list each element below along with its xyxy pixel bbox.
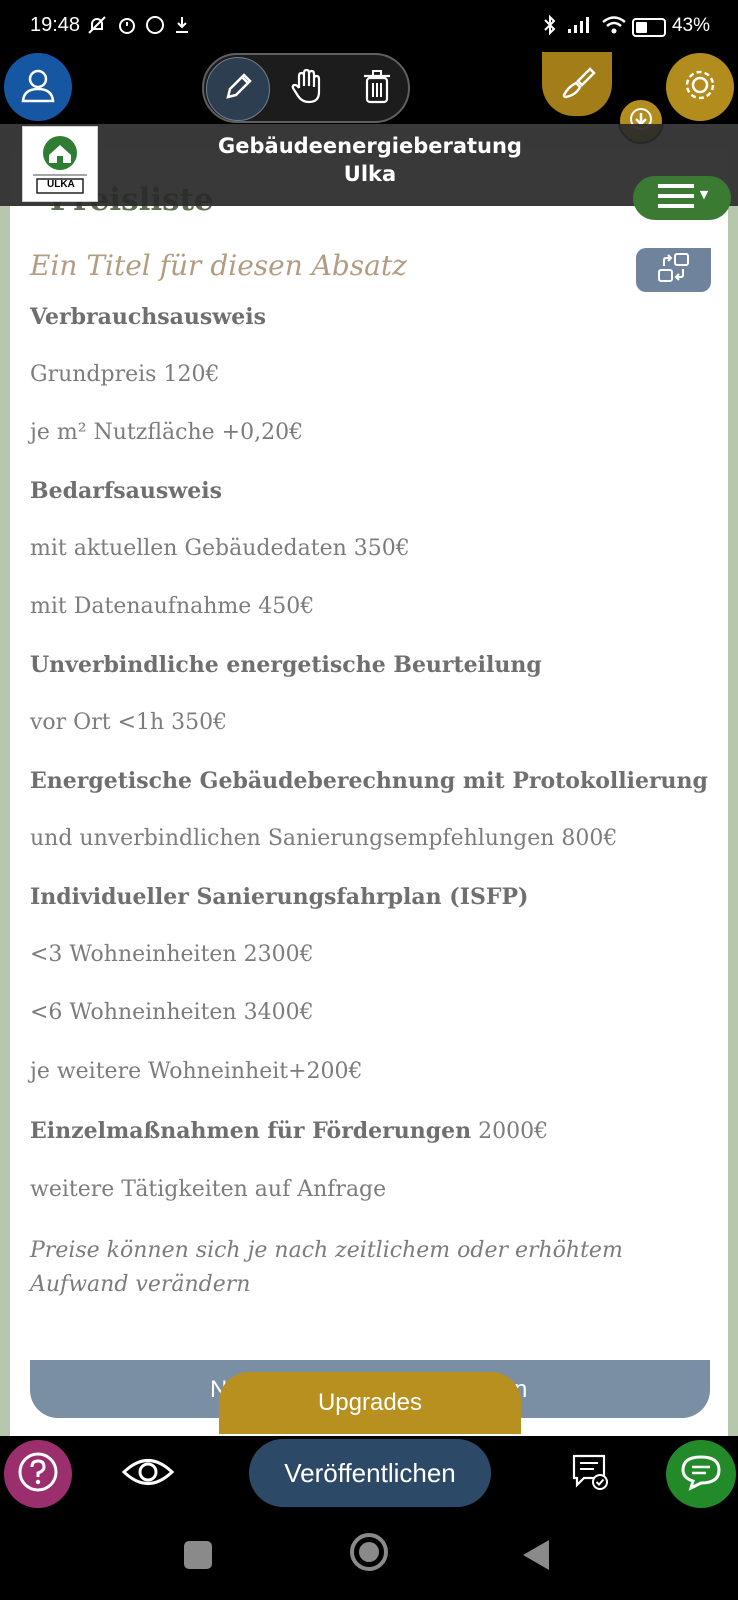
move-button[interactable] — [278, 60, 336, 118]
logo-text: ULKA — [47, 179, 75, 190]
price-category-heading[interactable]: Individueller Sanierungsfahrplan (ISFP) — [30, 884, 528, 910]
price-note[interactable]: Preise können sich je nach zeitlichem od… — [30, 1234, 670, 1302]
battery-percentage: 43% — [671, 15, 710, 36]
pencil-icon — [220, 69, 256, 109]
single-measures-label: Einzelmaßnahmen für Förderungen — [30, 1118, 472, 1144]
gear-icon — [679, 64, 721, 110]
price-item[interactable]: je weitere Wohneinheit+200€ — [30, 1059, 363, 1084]
download-status-icon — [172, 14, 192, 41]
menu-button[interactable]: ▼ — [633, 176, 731, 220]
hamburger-icon — [656, 180, 696, 216]
price-item[interactable]: <6 Wohneinheiten 3400€ — [30, 1000, 314, 1025]
price-item[interactable]: <3 Wohneinheiten 2300€ — [30, 942, 314, 967]
single-measures-line[interactable]: Einzelmaßnahmen für Förderungen 2000€ — [30, 1118, 548, 1144]
review-button[interactable] — [566, 1450, 614, 1498]
delete-button[interactable] — [348, 60, 406, 118]
edit-button[interactable] — [206, 57, 270, 121]
settings-button[interactable] — [666, 53, 734, 121]
price-item[interactable]: mit aktuellen Gebäudedaten 350€ — [30, 536, 410, 561]
hand-icon — [289, 68, 325, 110]
publish-button[interactable]: Veröffentlichen — [249, 1439, 491, 1507]
site-title: Gebäudeenergieberatung Ulka — [200, 132, 540, 188]
swap-icon — [655, 251, 693, 289]
recents-nav-button[interactable] — [184, 1541, 212, 1569]
price-category-heading[interactable]: Unverbindliche energetische Beurteilung — [30, 652, 542, 678]
eye-icon — [121, 1455, 175, 1493]
battery-icon — [632, 18, 666, 37]
no-notifications-icon — [86, 14, 108, 41]
account-button[interactable] — [4, 53, 72, 121]
design-button[interactable] — [542, 52, 612, 116]
price-item[interactable]: Grundpreis 120€ — [30, 362, 219, 387]
price-item[interactable]: je m² Nutzfläche +0,20€ — [30, 420, 303, 445]
whatsapp-icon — [144, 14, 166, 41]
chat-icon — [679, 1452, 723, 1496]
price-item[interactable]: vor Ort <1h 350€ — [30, 710, 227, 735]
user-icon — [18, 65, 58, 109]
status-time: 19:48 — [30, 14, 81, 36]
site-logo[interactable]: ULKA — [22, 126, 98, 202]
price-category-heading[interactable]: Bedarfsausweis — [30, 478, 222, 504]
preview-button[interactable] — [118, 1448, 178, 1500]
help-button[interactable] — [4, 1440, 72, 1508]
page-background-strip-right — [728, 206, 738, 1436]
further-services-line[interactable]: weitere Tätigkeiten auf Anfrage — [30, 1177, 386, 1202]
caret-down-icon: ▼ — [699, 187, 709, 201]
price-category-heading[interactable]: Verbrauchsausweis — [30, 304, 266, 330]
brush-icon — [556, 61, 598, 107]
single-measures-price: 2000€ — [471, 1119, 549, 1144]
alarm-icon — [116, 14, 138, 41]
price-item[interactable]: mit Datenaufnahme 450€ — [30, 594, 314, 619]
home-nav-dot — [359, 1542, 379, 1562]
help-icon — [16, 1450, 60, 1498]
signal-icon — [566, 14, 594, 41]
status-bar: 19:48 43% — [0, 0, 738, 52]
trash-icon — [361, 69, 393, 109]
bluetooth-icon — [542, 14, 558, 41]
site-title-line1: Gebäudeenergieberatung — [218, 134, 522, 158]
review-icon — [570, 1452, 610, 1496]
layout-swap-button[interactable] — [636, 248, 711, 292]
price-item[interactable]: und unverbindlichen Sanierungsempfehlung… — [30, 826, 617, 851]
chat-button[interactable] — [666, 1440, 736, 1508]
price-category-heading[interactable]: Energetische Gebäudeberechnung mit Proto… — [30, 768, 708, 794]
upgrades-button[interactable]: Upgrades — [219, 1372, 521, 1434]
site-title-line2: Ulka — [343, 162, 397, 186]
paragraph-title[interactable]: Ein Titel für diesen Absatz — [30, 249, 407, 282]
back-nav-button[interactable] — [523, 1540, 549, 1570]
wifi-icon — [600, 14, 628, 41]
page-background-strip-left — [0, 206, 10, 1436]
